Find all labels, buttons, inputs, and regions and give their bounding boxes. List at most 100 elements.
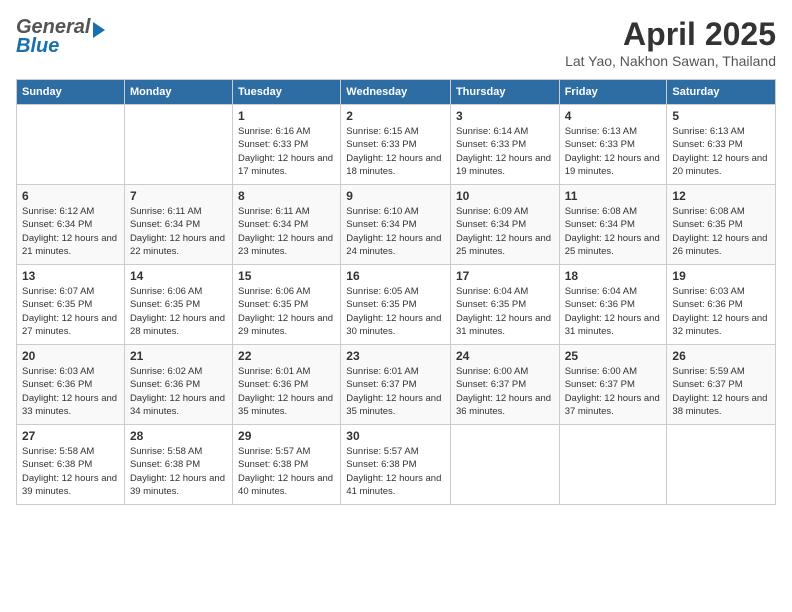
day-number: 5	[672, 109, 770, 123]
calendar-cell	[667, 425, 776, 505]
week-row-1: 1 Sunrise: 6:16 AMSunset: 6:33 PMDaylight…	[17, 105, 776, 185]
day-number: 13	[22, 269, 119, 283]
calendar-cell	[124, 105, 232, 185]
day-info: Sunrise: 5:59 AMSunset: 6:37 PMDaylight:…	[672, 365, 770, 418]
weekday-header-wednesday: Wednesday	[341, 80, 451, 105]
day-info: Sunrise: 5:57 AMSunset: 6:38 PMDaylight:…	[238, 445, 335, 498]
calendar-cell: 3 Sunrise: 6:14 AMSunset: 6:33 PMDaylight…	[450, 105, 559, 185]
day-info: Sunrise: 6:11 AMSunset: 6:34 PMDaylight:…	[238, 205, 335, 258]
logo: General Blue	[16, 16, 105, 58]
calendar-table: SundayMondayTuesdayWednesdayThursdayFrid…	[16, 79, 776, 505]
calendar-cell: 29 Sunrise: 5:57 AMSunset: 6:38 PMDayligh…	[233, 425, 341, 505]
day-info: Sunrise: 6:15 AMSunset: 6:33 PMDaylight:…	[346, 125, 445, 178]
day-info: Sunrise: 6:03 AMSunset: 6:36 PMDaylight:…	[672, 285, 770, 338]
calendar-cell: 15 Sunrise: 6:06 AMSunset: 6:35 PMDayligh…	[233, 265, 341, 345]
day-info: Sunrise: 6:16 AMSunset: 6:33 PMDaylight:…	[238, 125, 335, 178]
weekday-header-thursday: Thursday	[450, 80, 559, 105]
calendar-cell	[450, 425, 559, 505]
calendar-cell: 1 Sunrise: 6:16 AMSunset: 6:33 PMDaylight…	[233, 105, 341, 185]
weekday-header-tuesday: Tuesday	[233, 80, 341, 105]
calendar-cell: 5 Sunrise: 6:13 AMSunset: 6:33 PMDaylight…	[667, 105, 776, 185]
week-row-4: 20Sunrise: 6:03 AMSunset: 6:36 PMDayligh…	[17, 345, 776, 425]
day-number: 29	[238, 429, 335, 443]
logo-blue: Blue	[16, 35, 59, 58]
header: General Blue April 2025 Lat Yao, Nakhon …	[16, 16, 776, 69]
day-number: 23	[346, 349, 445, 363]
calendar-cell: 20Sunrise: 6:03 AMSunset: 6:36 PMDayligh…	[17, 345, 125, 425]
calendar-cell: 25 Sunrise: 6:00 AMSunset: 6:37 PMDayligh…	[559, 345, 667, 425]
weekday-header-saturday: Saturday	[667, 80, 776, 105]
day-number: 4	[565, 109, 662, 123]
calendar-cell: 13Sunrise: 6:07 AMSunset: 6:35 PMDayligh…	[17, 265, 125, 345]
day-info: Sunrise: 6:13 AMSunset: 6:33 PMDaylight:…	[565, 125, 662, 178]
day-number: 28	[130, 429, 227, 443]
day-info: Sunrise: 6:02 AMSunset: 6:36 PMDaylight:…	[130, 365, 227, 418]
calendar-cell: 30 Sunrise: 5:57 AMSunset: 6:38 PMDayligh…	[341, 425, 451, 505]
day-number: 17	[456, 269, 554, 283]
day-info: Sunrise: 5:58 AMSunset: 6:38 PMDaylight:…	[130, 445, 227, 498]
calendar-cell: 17Sunrise: 6:04 AMSunset: 6:35 PMDayligh…	[450, 265, 559, 345]
location-title: Lat Yao, Nakhon Sawan, Thailand	[565, 53, 776, 69]
day-number: 9	[346, 189, 445, 203]
day-info: Sunrise: 6:13 AMSunset: 6:33 PMDaylight:…	[672, 125, 770, 178]
title-area: April 2025 Lat Yao, Nakhon Sawan, Thaila…	[565, 16, 776, 69]
day-info: Sunrise: 6:05 AMSunset: 6:35 PMDaylight:…	[346, 285, 445, 338]
weekday-header-row: SundayMondayTuesdayWednesdayThursdayFrid…	[17, 80, 776, 105]
calendar-cell: 27 Sunrise: 5:58 AMSunset: 6:38 PMDayligh…	[17, 425, 125, 505]
day-number: 3	[456, 109, 554, 123]
day-info: Sunrise: 5:57 AMSunset: 6:38 PMDaylight:…	[346, 445, 445, 498]
day-info: Sunrise: 6:06 AMSunset: 6:35 PMDaylight:…	[238, 285, 335, 338]
day-number: 12	[672, 189, 770, 203]
logo-triangle-icon	[93, 22, 105, 38]
calendar-cell: 26 Sunrise: 5:59 AMSunset: 6:37 PMDayligh…	[667, 345, 776, 425]
day-number: 15	[238, 269, 335, 283]
day-info: Sunrise: 6:06 AMSunset: 6:35 PMDaylight:…	[130, 285, 227, 338]
calendar-cell: 4 Sunrise: 6:13 AMSunset: 6:33 PMDaylight…	[559, 105, 667, 185]
weekday-header-monday: Monday	[124, 80, 232, 105]
calendar-cell: 16 Sunrise: 6:05 AMSunset: 6:35 PMDayligh…	[341, 265, 451, 345]
day-info: Sunrise: 6:00 AMSunset: 6:37 PMDaylight:…	[456, 365, 554, 418]
calendar-cell: 22Sunrise: 6:01 AMSunset: 6:36 PMDayligh…	[233, 345, 341, 425]
day-number: 8	[238, 189, 335, 203]
day-info: Sunrise: 6:14 AMSunset: 6:33 PMDaylight:…	[456, 125, 554, 178]
day-number: 1	[238, 109, 335, 123]
week-row-5: 27 Sunrise: 5:58 AMSunset: 6:38 PMDayligh…	[17, 425, 776, 505]
day-number: 21	[130, 349, 227, 363]
day-info: Sunrise: 6:01 AMSunset: 6:37 PMDaylight:…	[346, 365, 445, 418]
day-info: Sunrise: 5:58 AMSunset: 6:38 PMDaylight:…	[22, 445, 119, 498]
day-info: Sunrise: 6:08 AMSunset: 6:35 PMDaylight:…	[672, 205, 770, 258]
day-info: Sunrise: 6:03 AMSunset: 6:36 PMDaylight:…	[22, 365, 119, 418]
calendar-cell: 28 Sunrise: 5:58 AMSunset: 6:38 PMDayligh…	[124, 425, 232, 505]
day-number: 25	[565, 349, 662, 363]
day-info: Sunrise: 6:00 AMSunset: 6:37 PMDaylight:…	[565, 365, 662, 418]
day-number: 26	[672, 349, 770, 363]
day-number: 30	[346, 429, 445, 443]
day-info: Sunrise: 6:11 AMSunset: 6:34 PMDaylight:…	[130, 205, 227, 258]
calendar-cell: 8 Sunrise: 6:11 AMSunset: 6:34 PMDaylight…	[233, 185, 341, 265]
day-info: Sunrise: 6:10 AMSunset: 6:34 PMDaylight:…	[346, 205, 445, 258]
day-number: 7	[130, 189, 227, 203]
calendar-cell: 7 Sunrise: 6:11 AMSunset: 6:34 PMDaylight…	[124, 185, 232, 265]
day-number: 6	[22, 189, 119, 203]
day-number: 18	[565, 269, 662, 283]
calendar-cell: 24 Sunrise: 6:00 AMSunset: 6:37 PMDayligh…	[450, 345, 559, 425]
day-number: 2	[346, 109, 445, 123]
day-number: 14	[130, 269, 227, 283]
calendar-cell: 9 Sunrise: 6:10 AMSunset: 6:34 PMDaylight…	[341, 185, 451, 265]
day-info: Sunrise: 6:01 AMSunset: 6:36 PMDaylight:…	[238, 365, 335, 418]
day-info: Sunrise: 6:09 AMSunset: 6:34 PMDaylight:…	[456, 205, 554, 258]
calendar-cell: 10 Sunrise: 6:09 AMSunset: 6:34 PMDayligh…	[450, 185, 559, 265]
day-number: 24	[456, 349, 554, 363]
day-number: 10	[456, 189, 554, 203]
day-number: 27	[22, 429, 119, 443]
calendar-cell: 14 Sunrise: 6:06 AMSunset: 6:35 PMDayligh…	[124, 265, 232, 345]
calendar-cell: 6Sunrise: 6:12 AMSunset: 6:34 PMDaylight…	[17, 185, 125, 265]
day-info: Sunrise: 6:04 AMSunset: 6:36 PMDaylight:…	[565, 285, 662, 338]
day-info: Sunrise: 6:08 AMSunset: 6:34 PMDaylight:…	[565, 205, 662, 258]
calendar-cell: 11Sunrise: 6:08 AMSunset: 6:34 PMDayligh…	[559, 185, 667, 265]
calendar-cell	[559, 425, 667, 505]
calendar-cell: 18 Sunrise: 6:04 AMSunset: 6:36 PMDayligh…	[559, 265, 667, 345]
day-number: 16	[346, 269, 445, 283]
calendar-cell: 21 Sunrise: 6:02 AMSunset: 6:36 PMDayligh…	[124, 345, 232, 425]
weekday-header-sunday: Sunday	[17, 80, 125, 105]
